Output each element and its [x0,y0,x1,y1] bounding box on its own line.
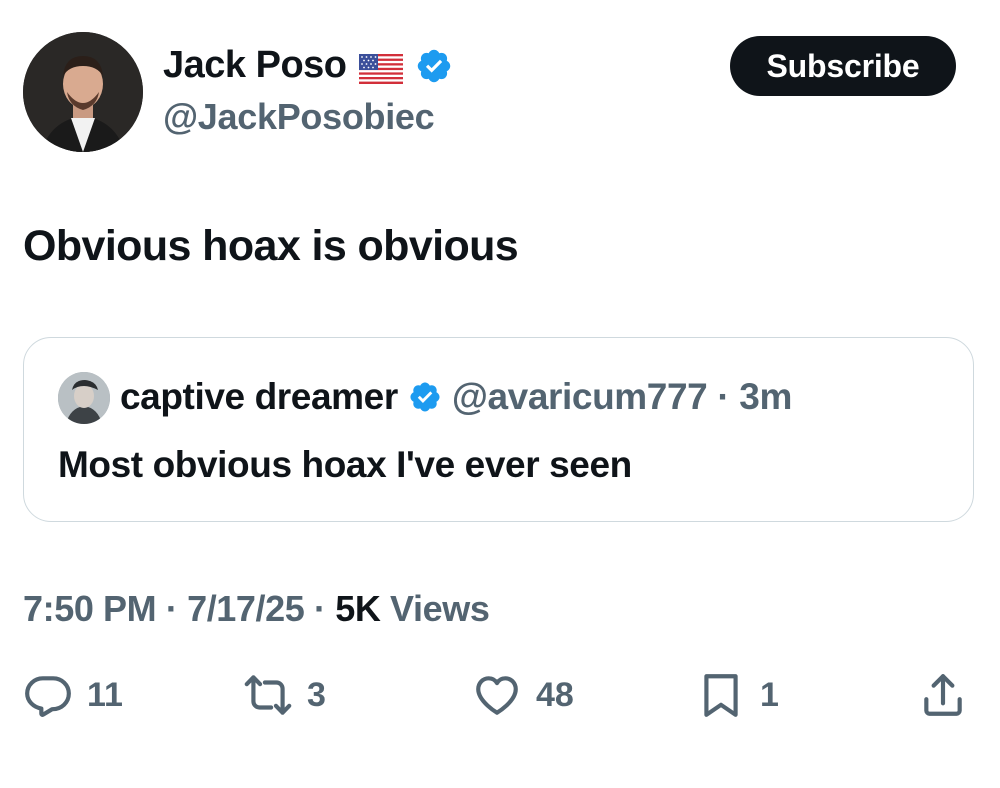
reply-icon [25,676,71,717]
author-handle[interactable]: @JackPosobiec [163,96,435,138]
quoted-tweet-header: captive dreamer @avaricum777 · 3m [120,376,792,418]
verified-badge-icon[interactable] [408,380,442,414]
bookmark-icon [704,674,738,717]
repost-count: 3 [307,675,326,714]
author-name[interactable]: Jack Poso [163,44,347,87]
quoted-author-name[interactable]: captive dreamer [120,376,398,418]
quoted-tweet-text: Most obvious hoax I've ever seen [58,444,632,485]
like-count: 48 [536,675,574,714]
tweet-time[interactable]: 7:50 PM [23,588,157,629]
repost-button[interactable]: 3 [243,670,326,720]
author-name-row: Jack Poso [163,44,453,87]
bookmark-button[interactable]: 1 [696,670,779,720]
repost-icon [244,675,292,715]
like-icon [476,676,518,715]
tweet-meta: 7:50 PM · 7/17/25 · 5K Views [23,588,490,630]
tweet-text: Obvious hoax is obvious [23,222,519,270]
quoted-author-avatar[interactable] [58,372,110,424]
quoted-tweet-time[interactable]: 3m [739,376,792,418]
separator-dot: · [717,376,730,417]
share-icon [924,674,962,716]
bookmark-count: 1 [760,675,779,714]
reply-count: 11 [87,675,123,714]
author-avatar[interactable] [23,32,143,152]
views-count: 5K [335,588,381,629]
verified-badge-icon[interactable] [415,47,453,85]
tweet-date[interactable]: 7/17/25 [187,588,305,629]
share-button[interactable] [918,670,968,720]
like-button[interactable]: 48 [472,670,574,720]
separator-dot: · [314,588,326,629]
quoted-tweet-card[interactable] [23,337,974,522]
quoted-author-handle[interactable]: @avaricum777 [452,376,708,418]
subscribe-button[interactable]: Subscribe [730,36,956,96]
separator-dot: · [165,588,178,629]
reply-button[interactable]: 11 [23,670,123,720]
us-flag-icon [358,51,403,84]
views-label: Views [390,588,490,629]
